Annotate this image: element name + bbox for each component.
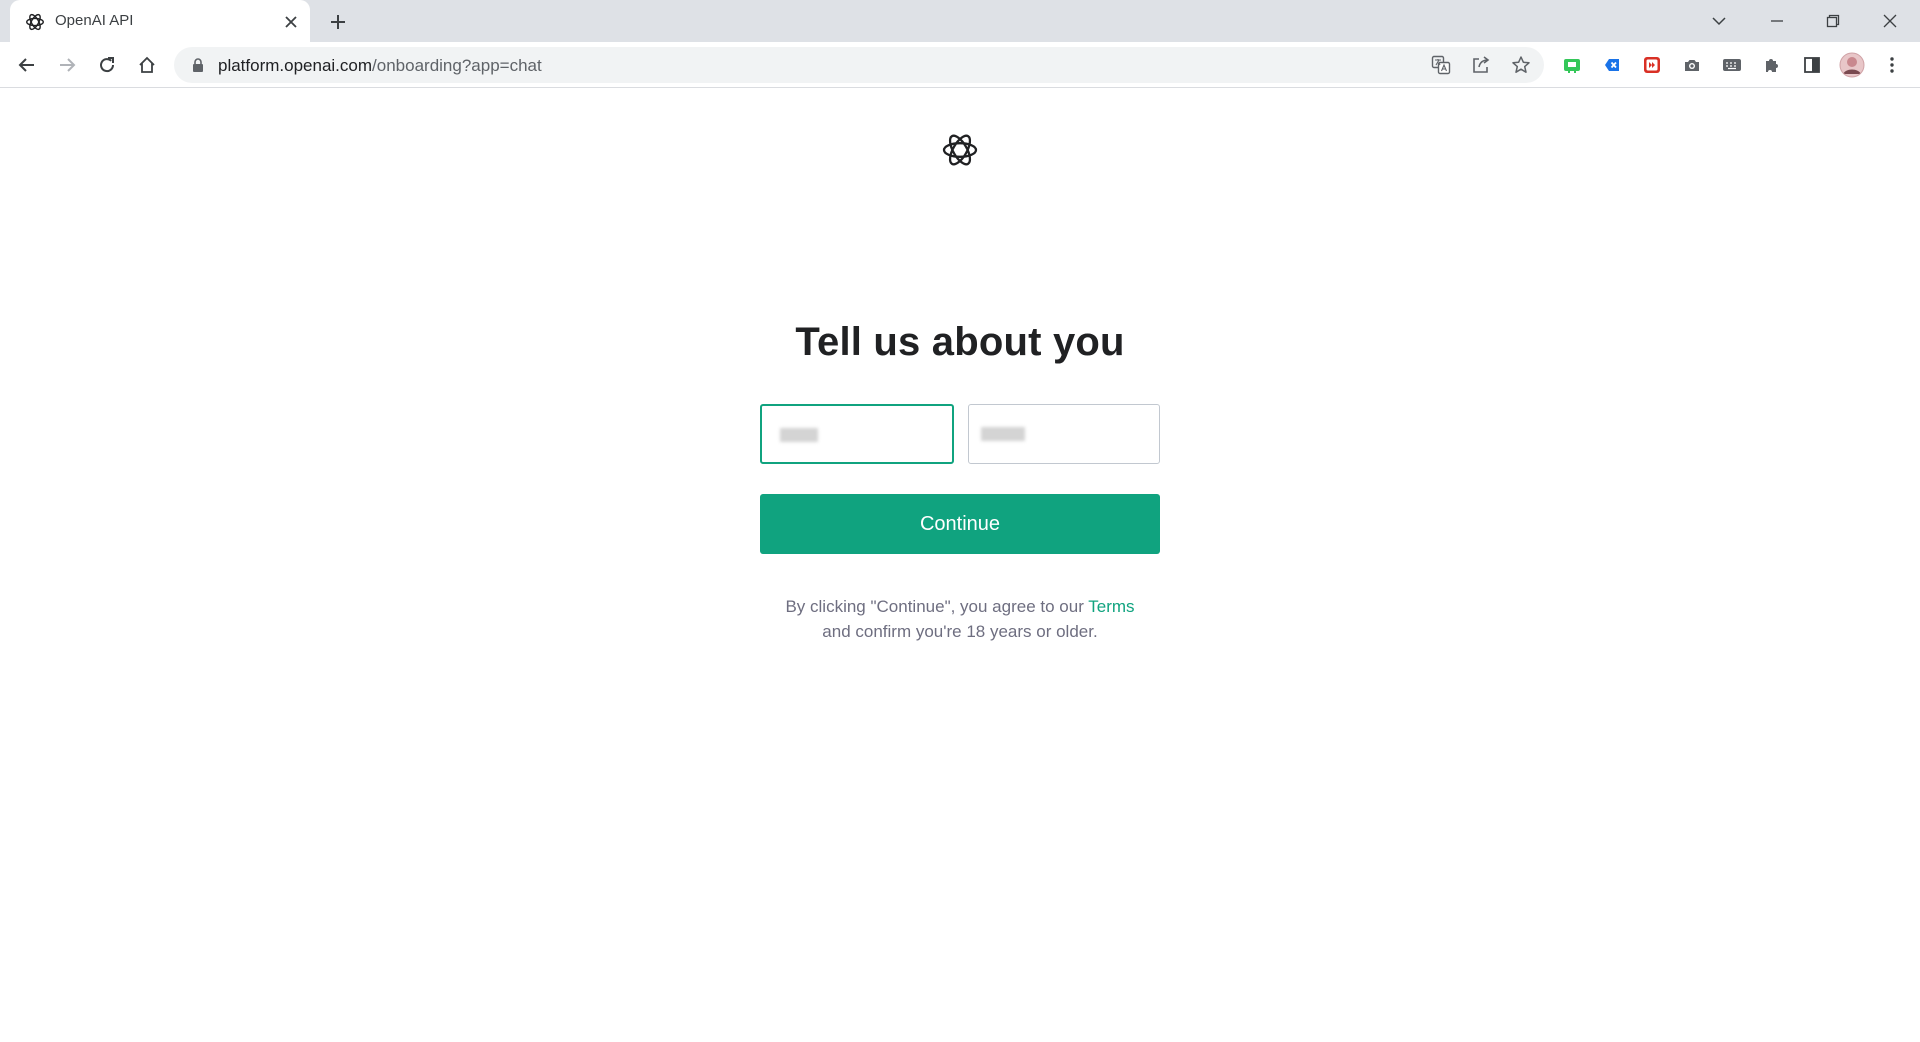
lock-icon[interactable] <box>190 57 206 73</box>
minimize-icon[interactable] <box>1760 6 1794 36</box>
reload-icon[interactable] <box>91 49 123 81</box>
last-name-field[interactable] <box>968 404 1160 464</box>
camera-icon[interactable] <box>1678 51 1706 79</box>
restore-icon[interactable] <box>1816 6 1850 36</box>
close-icon[interactable] <box>1873 6 1907 36</box>
star-icon[interactable] <box>1507 51 1535 79</box>
first-name-field[interactable] <box>760 404 954 464</box>
continue-button[interactable]: Continue <box>760 494 1160 554</box>
plus-icon[interactable] <box>325 9 351 35</box>
legal-text: By clicking "Continue", you agree to our <box>785 597 1089 616</box>
puzzle-icon[interactable] <box>1758 51 1786 79</box>
keyboard-icon[interactable] <box>1718 51 1746 79</box>
red-extension-icon[interactable] <box>1638 51 1666 79</box>
close-icon[interactable] <box>280 11 302 33</box>
tab-title: OpenAI API <box>55 12 134 29</box>
forward-icon[interactable] <box>51 49 83 81</box>
obscured-value <box>981 427 1025 441</box>
openai-logo-icon <box>24 11 46 33</box>
back-icon[interactable] <box>11 49 43 81</box>
profile-avatar[interactable] <box>1838 51 1866 79</box>
openai-logo-icon <box>940 130 980 170</box>
blue-x-extension-icon[interactable] <box>1598 51 1626 79</box>
home-icon[interactable] <box>131 49 163 81</box>
tab-strip: OpenAI API <box>0 0 1920 42</box>
legal-line-1: By clicking "Continue", you agree to our… <box>0 594 1920 619</box>
share-icon[interactable] <box>1467 51 1495 79</box>
terms-link[interactable]: Terms <box>1088 597 1134 616</box>
legal-notice: By clicking "Continue", you agree to our… <box>0 594 1920 644</box>
browser-toolbar: platform.openai.com/onboarding?app=chat <box>0 42 1920 88</box>
page-title: Tell us about you <box>795 320 1125 364</box>
kebab-menu-icon[interactable] <box>1878 51 1906 79</box>
legal-line-2: and confirm you're 18 years or older. <box>822 622 1098 641</box>
url-host: platform.openai.com <box>218 56 373 75</box>
browser-tab[interactable]: OpenAI API <box>10 0 310 42</box>
side-panel-icon[interactable] <box>1798 51 1826 79</box>
url-text[interactable]: platform.openai.com/onboarding?app=chat <box>218 56 542 76</box>
url-path: /onboarding?app=chat <box>372 56 542 75</box>
address-bar[interactable]: platform.openai.com/onboarding?app=chat <box>174 47 1544 83</box>
obscured-value <box>780 428 818 442</box>
green-extension-icon[interactable] <box>1558 51 1586 79</box>
translate-icon[interactable] <box>1427 51 1455 79</box>
chevron-down-icon[interactable] <box>1702 6 1736 36</box>
